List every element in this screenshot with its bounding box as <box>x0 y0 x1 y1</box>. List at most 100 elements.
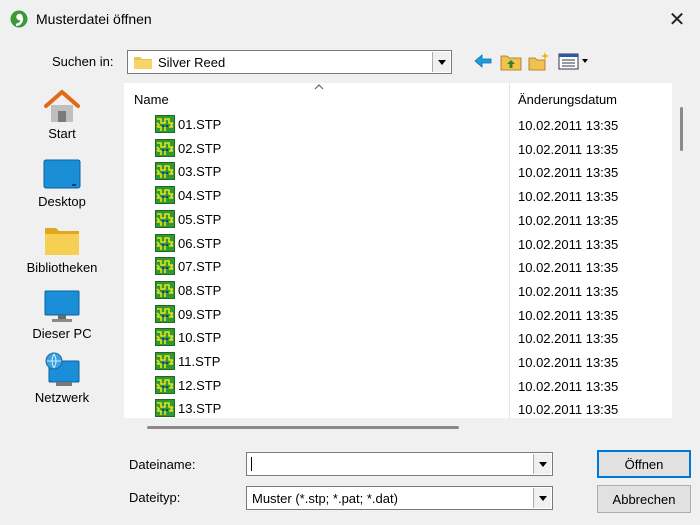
file-row[interactable]: 02.STP 10.02.2011 13:35 <box>124 138 672 162</box>
libraries-icon <box>42 222 82 258</box>
file-name: 06.STP <box>178 235 222 251</box>
file-name: 05.STP <box>178 211 222 227</box>
file-date: 10.02.2011 13:35 <box>518 165 619 181</box>
file-date: 10.02.2011 13:35 <box>518 355 619 370</box>
close-button[interactable]: ✕ <box>660 4 694 34</box>
stp-file-icon <box>155 257 175 276</box>
file-date: 10.02.2011 13:35 <box>518 212 619 228</box>
file-date: 10.02.2011 13:35 <box>518 402 619 418</box>
chevron-down-icon <box>437 59 446 65</box>
file-row[interactable]: 10.STP 10.02.2011 13:35 <box>124 328 672 351</box>
file-row[interactable]: 06.STP 10.02.2011 13:35 <box>124 233 672 257</box>
stp-file-icon <box>155 138 175 157</box>
place-this-pc[interactable]: Dieser PC <box>22 288 102 341</box>
file-date: 10.02.2011 13:35 <box>518 378 619 394</box>
place-label-network: Netzwerk <box>34 390 90 405</box>
new-folder-icon <box>528 52 549 71</box>
open-button[interactable]: Öffnen <box>597 450 691 478</box>
this-pc-icon <box>42 288 82 324</box>
look-in-label: Suchen in: <box>52 54 114 69</box>
horizontal-scrollbar[interactable] <box>147 426 459 429</box>
file-row[interactable]: 07.STP 10.02.2011 13:35 <box>124 257 672 280</box>
stp-file-icon <box>155 280 175 299</box>
stp-file-icon <box>155 304 175 323</box>
file-date: 10.02.2011 13:35 <box>518 283 619 299</box>
file-row[interactable]: 03.STP 10.02.2011 13:35 <box>124 162 672 185</box>
file-row[interactable]: 01.STP 10.02.2011 13:35 <box>124 115 672 138</box>
file-name: 01.STP <box>178 117 222 132</box>
chevron-down-icon <box>538 495 547 501</box>
back-arrow-icon <box>474 54 492 68</box>
stp-file-icon <box>155 186 175 205</box>
filetype-select[interactable]: Muster (*.stp; *.pat; *.dat) <box>246 486 553 510</box>
filename-label: Dateiname: <box>129 457 196 472</box>
up-folder-icon <box>500 55 522 71</box>
place-libraries[interactable]: Bibliotheken <box>22 222 102 275</box>
look-in-combo[interactable]: Silver Reed <box>127 50 452 74</box>
file-date: 10.02.2011 13:35 <box>518 189 619 205</box>
home-icon <box>42 88 82 124</box>
cancel-button[interactable]: Abbrechen <box>597 485 691 513</box>
up-folder-button[interactable] <box>500 51 522 71</box>
file-date: 10.02.2011 13:35 <box>518 331 619 347</box>
place-desktop[interactable]: Desktop <box>22 156 102 209</box>
app-logo-icon <box>9 9 29 29</box>
file-name: 09.STP <box>178 306 222 322</box>
file-date: 10.02.2011 13:35 <box>518 307 619 323</box>
place-label-start: Start <box>48 126 76 141</box>
file-date: 10.02.2011 13:35 <box>518 141 619 157</box>
stp-file-icon <box>155 328 175 347</box>
filetype-label: Dateityp: <box>129 490 181 505</box>
vertical-scrollbar[interactable] <box>680 107 683 151</box>
file-name: 04.STP <box>178 188 222 204</box>
place-label-libraries: Bibliotheken <box>26 260 98 275</box>
place-network[interactable]: Netzwerk <box>22 352 102 405</box>
file-row[interactable]: 08.STP 10.02.2011 13:35 <box>124 280 672 304</box>
window-title: Musterdatei öffnen <box>36 11 152 27</box>
file-date: 10.02.2011 13:35 <box>518 118 619 133</box>
file-name: 03.STP <box>178 164 222 180</box>
place-start[interactable]: Start <box>22 88 102 141</box>
desktop-icon <box>42 156 82 192</box>
column-header-date[interactable]: Änderungsdatum <box>518 92 617 107</box>
place-label-this-pc: Dieser PC <box>32 326 92 341</box>
file-row[interactable]: 11.STP 10.02.2011 13:35 <box>124 352 672 375</box>
stp-file-icon <box>155 162 175 181</box>
file-name: 08.STP <box>178 282 222 298</box>
new-folder-button[interactable] <box>528 51 550 71</box>
back-button[interactable] <box>472 51 494 71</box>
look-in-dropdown-button[interactable] <box>432 52 450 72</box>
filetype-value: Muster (*.stp; *.pat; *.dat) <box>252 491 398 506</box>
file-row[interactable]: 05.STP 10.02.2011 13:35 <box>124 209 672 233</box>
stp-file-icon <box>155 352 175 370</box>
file-name: 02.STP <box>178 140 222 156</box>
folder-icon <box>134 57 152 69</box>
file-name: 10.STP <box>178 330 222 346</box>
sort-ascending-icon <box>314 84 324 90</box>
look-in-value: Silver Reed <box>158 55 226 70</box>
file-date: 10.02.2011 13:35 <box>518 260 619 276</box>
filename-input[interactable] <box>246 452 553 476</box>
chevron-down-icon <box>538 461 547 467</box>
view-menu-button[interactable] <box>558 51 592 71</box>
file-row[interactable]: 12.STP 10.02.2011 13:35 <box>124 375 672 399</box>
close-icon: ✕ <box>668 8 686 31</box>
file-row[interactable]: 04.STP 10.02.2011 13:35 <box>124 186 672 209</box>
column-header-name[interactable]: Name <box>134 92 169 107</box>
stp-file-icon <box>155 399 175 418</box>
view-menu-icon <box>558 53 588 70</box>
network-icon <box>42 352 82 388</box>
file-name: 11.STP <box>178 354 221 369</box>
filetype-dropdown-button[interactable] <box>533 488 551 508</box>
place-label-desktop: Desktop <box>38 194 86 209</box>
filename-dropdown-button[interactable] <box>533 454 551 474</box>
file-list[interactable]: Name Änderungsdatum 01.STP 10.02.2011 13:… <box>124 83 672 418</box>
file-name: 13.STP <box>178 401 222 417</box>
file-row[interactable]: 09.STP 10.02.2011 13:35 <box>124 304 672 328</box>
stp-file-icon <box>155 375 175 394</box>
stp-file-icon <box>155 115 175 133</box>
file-row[interactable]: 13.STP 10.02.2011 13:35 <box>124 399 672 418</box>
stp-file-icon <box>155 209 175 228</box>
text-caret <box>251 457 252 471</box>
file-date: 10.02.2011 13:35 <box>518 236 619 252</box>
